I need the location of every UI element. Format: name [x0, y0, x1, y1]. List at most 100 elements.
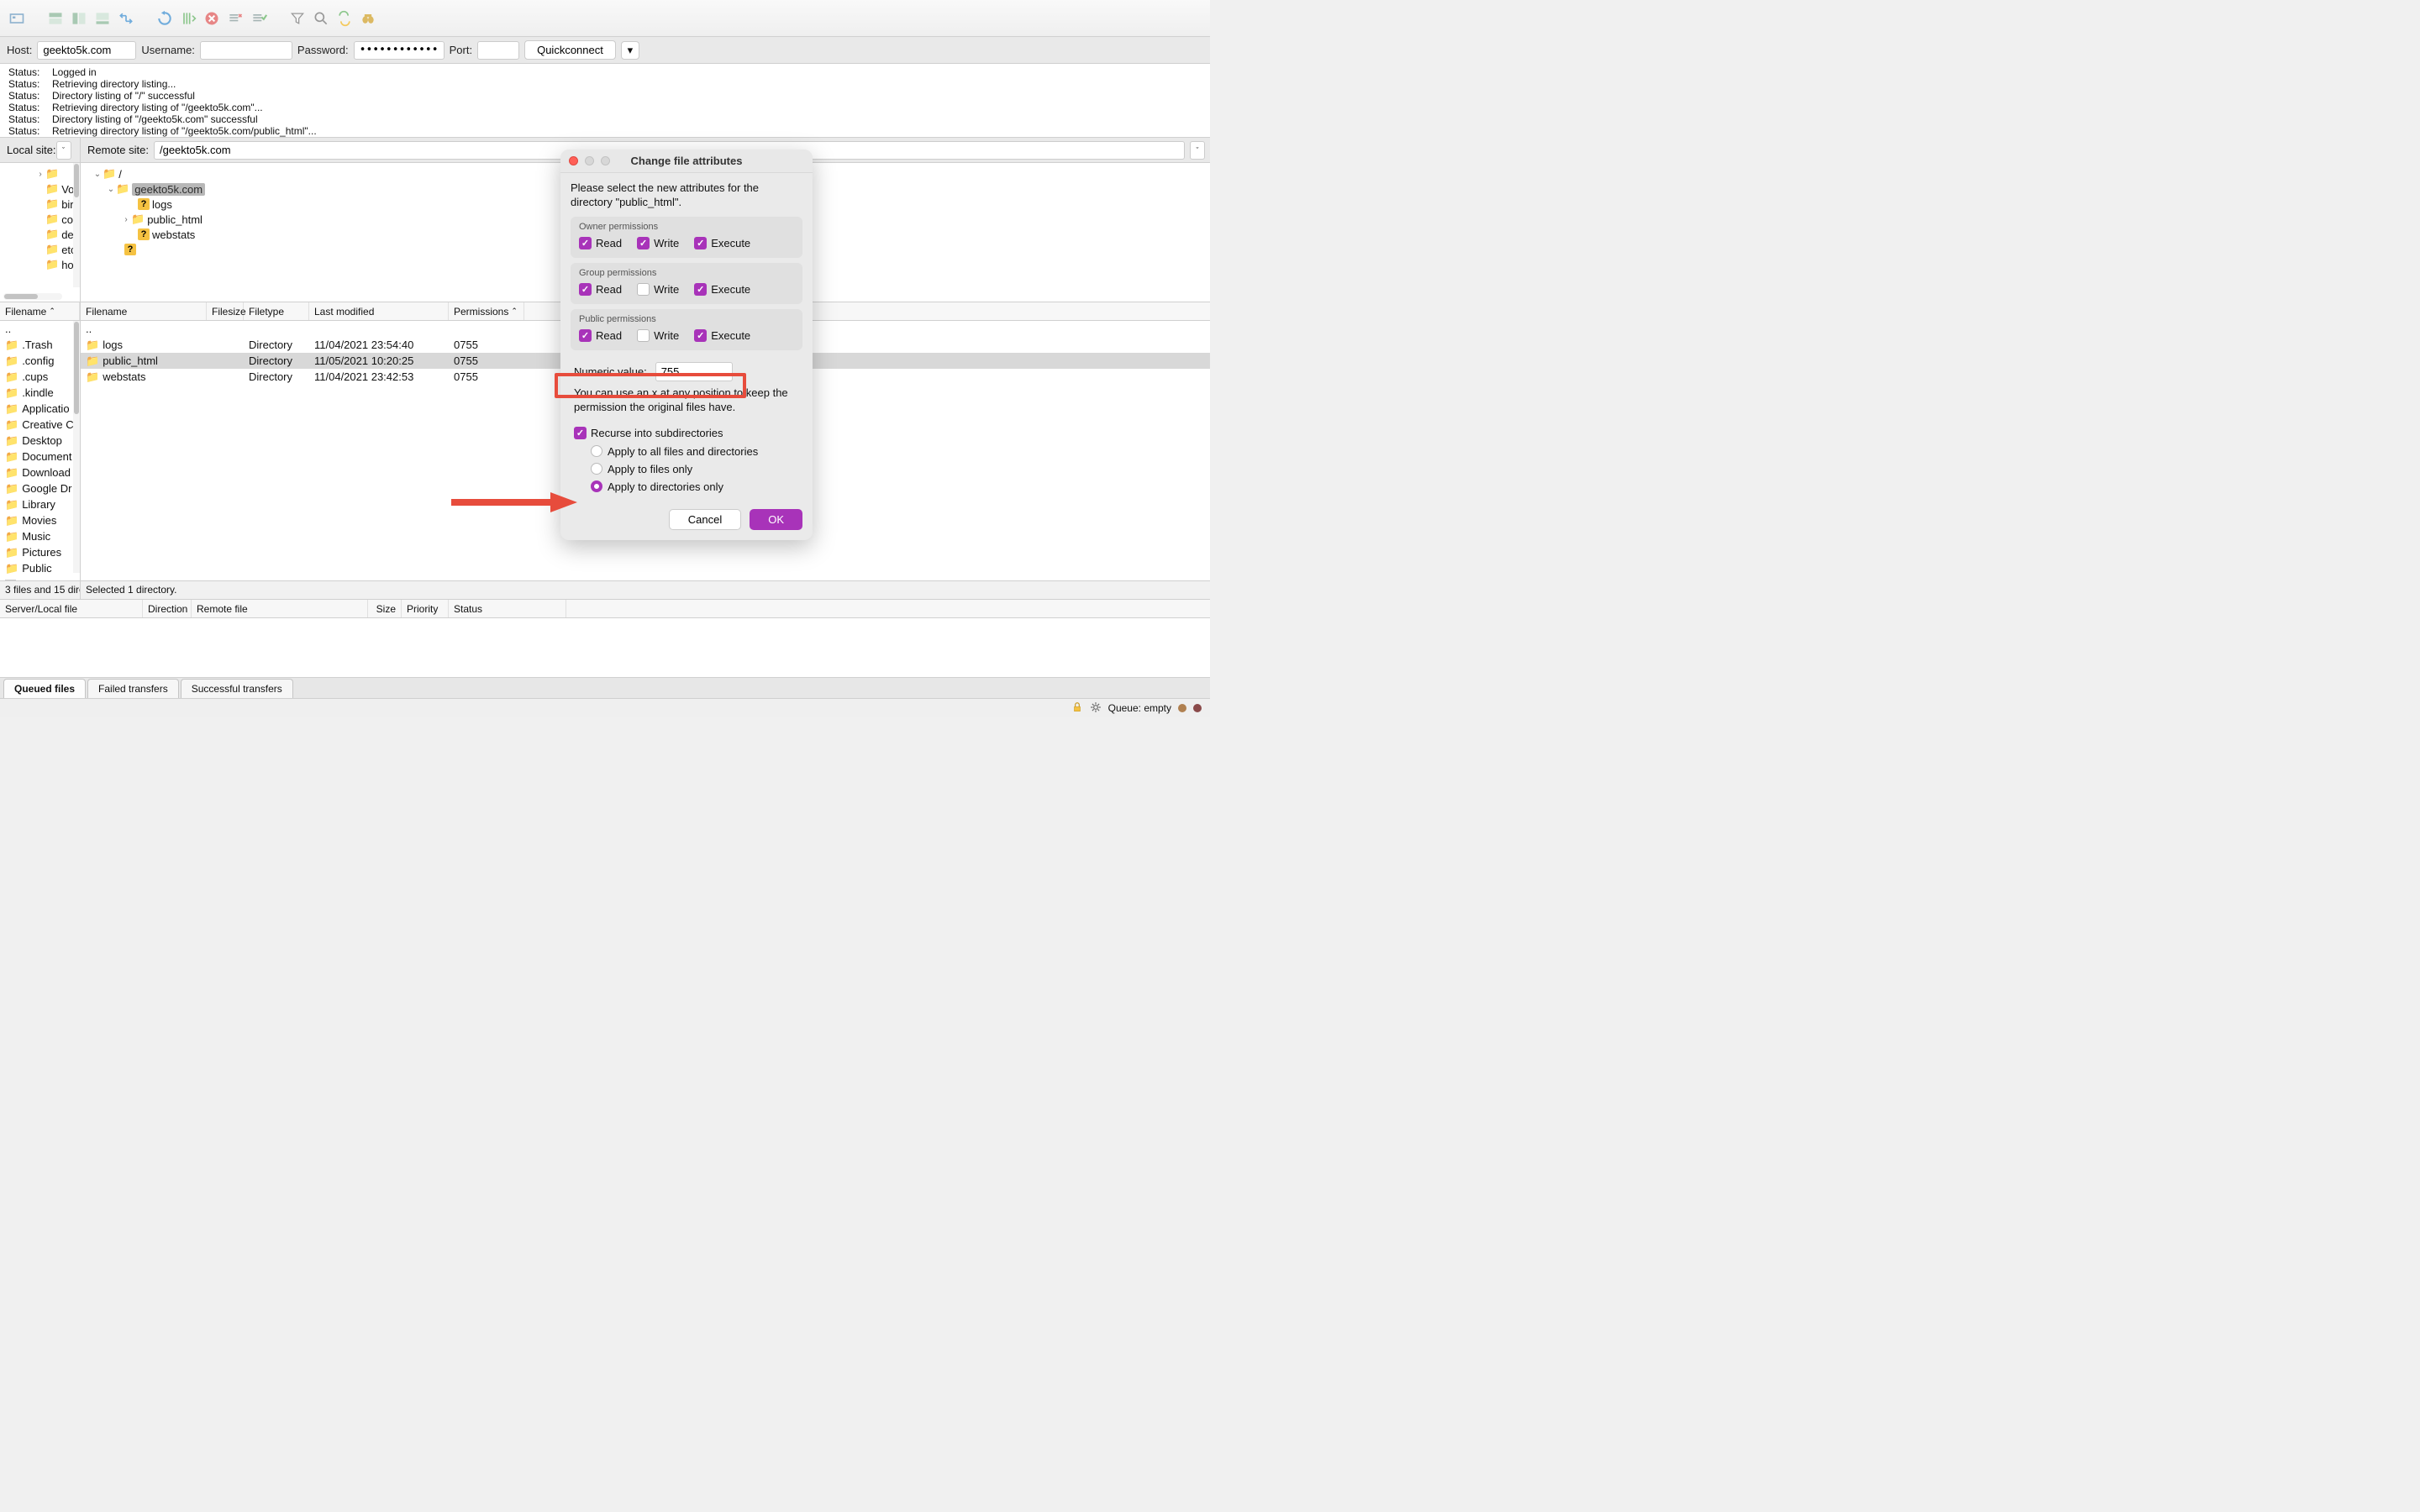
public-write-checkbox[interactable] [637, 329, 650, 342]
local-tree[interactable]: ›📁📁Vo📁bir📁co📁de📁etc📁ho [0, 163, 80, 302]
column-header-filename[interactable]: Filename [81, 302, 207, 320]
list-item[interactable]: 📁.Trash [0, 337, 80, 353]
scrollbar[interactable] [3, 293, 62, 300]
tree-row[interactable]: 📁etc [3, 242, 80, 257]
reconnect-icon[interactable] [249, 8, 269, 29]
list-item[interactable]: 📁Document [0, 449, 80, 465]
remote-site-label: Remote site: [87, 144, 149, 156]
recurse-checkbox[interactable] [574, 427, 587, 439]
list-item[interactable]: 📁Applicatio [0, 401, 80, 417]
public-permissions-group: Public permissions Read Write Execute [571, 309, 802, 350]
column-header-priority[interactable]: Priority [402, 600, 449, 617]
queue-header: Server/Local file Direction Remote file … [0, 600, 1210, 618]
local-site-dropdown[interactable]: ˇ [56, 141, 71, 160]
password-input[interactable] [354, 41, 445, 60]
username-input[interactable] [200, 41, 292, 60]
list-item[interactable]: 📁.config [0, 353, 80, 369]
tab-queued-files[interactable]: Queued files [3, 679, 86, 698]
list-item[interactable]: 📁Download [0, 465, 80, 480]
tree-row[interactable]: 📁bir [3, 197, 80, 212]
column-header-modified[interactable]: Last modified [309, 302, 449, 320]
list-item[interactable]: 📁Public [0, 560, 80, 576]
cancel-button[interactable]: Cancel [669, 509, 741, 530]
group-permissions-group: Group permissions Read Write Execute [571, 263, 802, 304]
toggle-queue-icon[interactable] [92, 8, 113, 29]
owner-read-checkbox[interactable] [579, 237, 592, 249]
list-item[interactable]: CFUserTe [0, 576, 80, 580]
column-header-filesize[interactable]: Filesize [207, 302, 244, 320]
queue-tabs: Queued files Failed transfers Successful… [0, 677, 1210, 699]
refresh-icon[interactable] [155, 8, 175, 29]
process-queue-icon[interactable] [178, 8, 198, 29]
tree-row[interactable]: 📁ho [3, 257, 80, 272]
tree-row[interactable]: 📁co [3, 212, 80, 227]
host-label: Host: [7, 44, 32, 56]
host-input[interactable] [37, 41, 136, 60]
status-log: Status:Logged in Status:Retrieving direc… [0, 64, 1210, 138]
sync-browse-icon[interactable] [116, 8, 136, 29]
queue-body [0, 618, 1210, 677]
apply-all-radio[interactable] [591, 445, 602, 457]
bottom-status-bar: Queue: empty [0, 699, 1210, 717]
list-item[interactable]: 📁Music [0, 528, 80, 544]
list-item[interactable]: 📁.kindle [0, 385, 80, 401]
password-label: Password: [297, 44, 349, 56]
gear-icon[interactable] [1090, 701, 1102, 716]
compare-icon[interactable] [334, 8, 355, 29]
column-header-remote[interactable]: Remote file [192, 600, 368, 617]
column-header-filetype[interactable]: Filetype [244, 302, 309, 320]
tree-row[interactable]: 📁Vo [3, 181, 80, 197]
ok-button[interactable]: OK [750, 509, 802, 530]
column-header-status[interactable]: Status [449, 600, 566, 617]
public-read-checkbox[interactable] [579, 329, 592, 342]
apply-dirs-radio[interactable] [591, 480, 602, 492]
list-item[interactable]: 📁Pictures [0, 544, 80, 560]
filter-icon[interactable] [287, 8, 308, 29]
list-item[interactable]: .. [0, 321, 80, 337]
disconnect-icon[interactable] [225, 8, 245, 29]
numeric-value-input[interactable] [655, 362, 733, 381]
tab-successful-transfers[interactable]: Successful transfers [181, 679, 293, 698]
group-read-checkbox[interactable] [579, 283, 592, 296]
main-toolbar [0, 0, 1210, 37]
toggle-tree-icon[interactable] [69, 8, 89, 29]
quickconnect-dropdown[interactable]: ▾ [621, 41, 639, 60]
cancel-icon[interactable] [202, 8, 222, 29]
summary-bar: 3 files and 15 dire Selected 1 directory… [0, 581, 1210, 600]
owner-write-checkbox[interactable] [637, 237, 650, 249]
search-icon[interactable] [311, 8, 331, 29]
list-item[interactable]: 📁Google Dr [0, 480, 80, 496]
remote-site-dropdown[interactable]: ˇ [1190, 141, 1205, 160]
column-header-filename[interactable]: Filename⌃ [0, 302, 80, 320]
toggle-log-icon[interactable] [45, 8, 66, 29]
column-header-direction[interactable]: Direction [143, 600, 192, 617]
tree-row[interactable]: ›📁 [3, 166, 80, 181]
scrollbar[interactable] [73, 321, 80, 573]
list-item[interactable]: 📁.cups [0, 369, 80, 385]
local-file-list[interactable]: Filename⌃ ..📁.Trash📁.config📁.cups📁.kindl… [0, 302, 80, 580]
scrollbar[interactable] [73, 163, 80, 287]
tab-failed-transfers[interactable]: Failed transfers [87, 679, 179, 698]
group-execute-checkbox[interactable] [694, 283, 707, 296]
column-header-server[interactable]: Server/Local file [0, 600, 143, 617]
dialog-titlebar[interactable]: Change file attributes [560, 150, 813, 173]
port-input[interactable] [477, 41, 519, 60]
public-execute-checkbox[interactable] [694, 329, 707, 342]
activity-led-2 [1193, 704, 1202, 712]
column-header-size[interactable]: Size [368, 600, 402, 617]
local-site-label: Local site: [7, 144, 56, 156]
list-item[interactable]: 📁Desktop [0, 433, 80, 449]
owner-execute-checkbox[interactable] [694, 237, 707, 249]
binoculars-icon[interactable] [358, 8, 378, 29]
list-item[interactable]: 📁Movies [0, 512, 80, 528]
dialog-prompt: Please select the new attributes for the… [571, 181, 802, 210]
tree-row[interactable]: 📁de [3, 227, 80, 242]
column-header-permissions[interactable]: Permissions⌃ [449, 302, 524, 320]
site-manager-icon[interactable] [7, 8, 27, 29]
apply-files-radio[interactable] [591, 463, 602, 475]
quickconnect-button[interactable]: Quickconnect [524, 40, 616, 60]
group-write-checkbox[interactable] [637, 283, 650, 296]
quickconnect-bar: Host: Username: Password: Port: Quickcon… [0, 37, 1210, 64]
list-item[interactable]: 📁Library [0, 496, 80, 512]
list-item[interactable]: 📁Creative C [0, 417, 80, 433]
